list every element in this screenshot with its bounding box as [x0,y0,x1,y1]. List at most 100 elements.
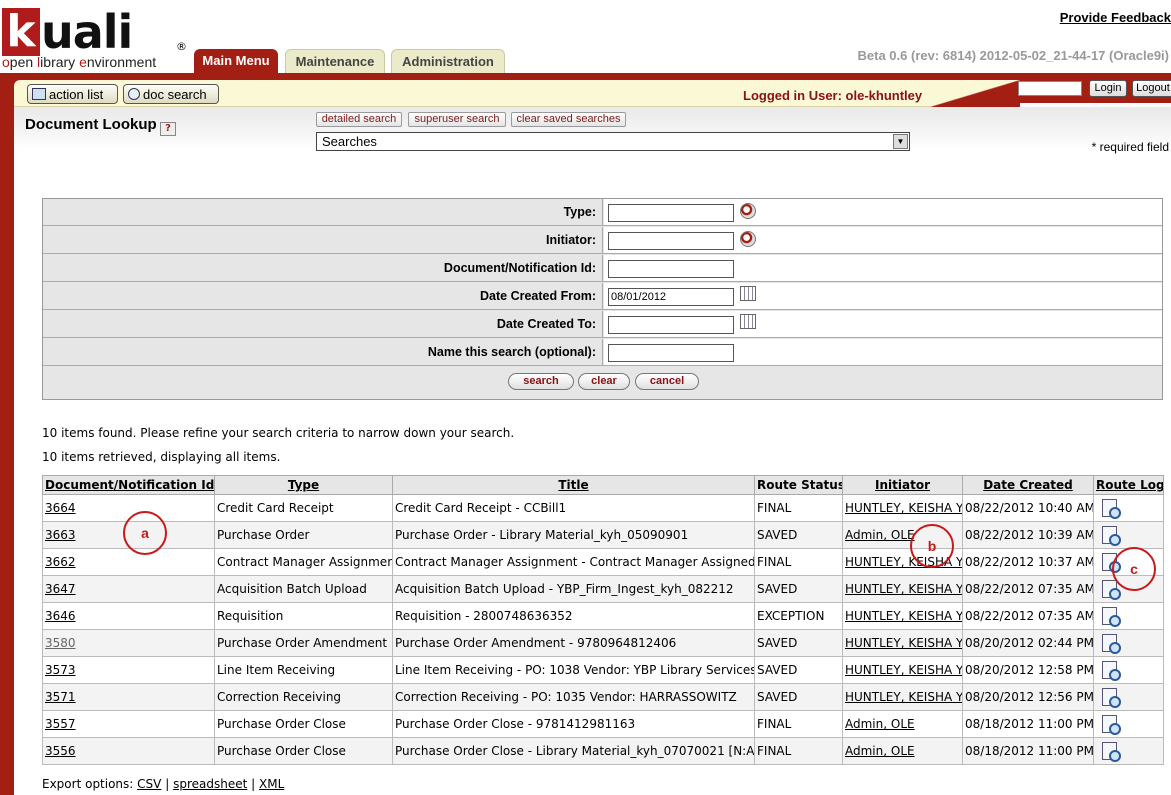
table-header-row: Document/Notification Id Type Title Rout… [42,475,1164,495]
document-id-link[interactable]: 3580 [45,636,76,650]
document-id-link[interactable]: 3647 [45,582,76,596]
cell-document-id: 3556 [42,737,215,765]
cell-title: Correction Receiving - PO: 1035 Vendor: … [392,683,755,711]
cell-route-status: SAVED [754,521,843,549]
route-log-icon[interactable] [1102,688,1121,708]
cell-route-status: FINAL [754,737,843,765]
clear-button[interactable]: clear [578,373,630,390]
document-id-link[interactable]: 3557 [45,717,76,731]
route-log-icon[interactable] [1102,742,1121,762]
table-row: 3663 Purchase Order Purchase Order - Libra… [42,521,1164,549]
superuser-search-button[interactable]: superuser search [408,112,506,127]
items-retrieved-text: 10 items retrieved, displaying all items… [42,450,281,464]
initiator-link[interactable]: HUNTLEY, KEISHA Y [845,663,962,677]
document-id-link[interactable]: 3571 [45,690,76,704]
document-id-link[interactable]: 3556 [45,744,76,758]
document-id-link[interactable]: 3646 [45,609,76,623]
route-log-icon[interactable] [1102,607,1121,627]
column-header-title[interactable]: Title [392,475,755,495]
table-row: 3571 Correction Receiving Correction Recei… [42,683,1164,711]
document-id-link[interactable]: 3573 [45,663,76,677]
initiator-link[interactable]: HUNTLEY, KEISHA Y [845,636,962,650]
document-id-link[interactable]: 3664 [45,501,76,515]
export-spreadsheet-link[interactable]: spreadsheet [173,777,247,791]
detailed-search-button[interactable]: detailed search [316,112,402,127]
document-id-link[interactable]: 3663 [45,528,76,542]
cell-document-id: 3571 [42,683,215,711]
cell-title: Acquisition Batch Upload - YBP_Firm_Inge… [392,575,755,603]
calendar-icon[interactable] [740,286,756,301]
table-row: 3580 Purchase Order Amendment Purchase Ord… [42,629,1164,657]
field-label: Type: [43,199,603,225]
cell-route-status: FINAL [754,494,843,522]
help-icon[interactable]: ? [160,122,176,136]
provide-feedback-link[interactable]: Provide Feedback [1060,10,1171,25]
cell-date-created: 08/18/2012 11:00 PM [962,710,1094,738]
export-xml-link[interactable]: XML [259,777,284,791]
type-input[interactable] [608,204,734,222]
route-log-icon[interactable] [1102,715,1121,735]
document-id-link[interactable]: 3662 [45,555,76,569]
column-header-route-status[interactable]: Route Status [754,475,843,495]
cell-title: Purchase Order Amendment - 9780964812406 [392,629,755,657]
column-header-date-created[interactable]: Date Created [962,475,1094,495]
cell-title: Contract Manager Assignment - Contract M… [392,548,755,576]
cell-route-log [1093,737,1164,765]
column-header-type[interactable]: Type [214,475,393,495]
cell-initiator: HUNTLEY, KEISHA Y [842,602,963,630]
initiator-link[interactable]: Admin, OLE [845,744,915,758]
route-log-icon[interactable] [1102,661,1121,681]
login-input[interactable] [1018,81,1082,96]
column-header-route-log[interactable]: Route Log [1093,475,1164,495]
search-button[interactable]: search [508,373,574,390]
field-row-date-from: Date Created From: 08/01/2012 [43,283,1162,310]
tab-administration[interactable]: Administration [391,49,505,73]
annotation-marker-c: c [1112,547,1156,591]
column-header-initiator[interactable]: Initiator [842,475,963,495]
cancel-button[interactable]: cancel [635,373,699,390]
initiator-link[interactable]: HUNTLEY, KEISHA Y [845,690,962,704]
cell-title: Purchase Order Close - 9781412981163 [392,710,755,738]
calendar-icon[interactable] [740,314,756,329]
cell-type: Purchase Order Close [214,710,393,738]
cell-route-status: SAVED [754,629,843,657]
cell-date-created: 08/22/2012 10:40 AM [962,494,1094,522]
tab-main-menu[interactable]: Main Menu [194,49,278,73]
doc-search-button[interactable]: doc search [123,84,219,104]
column-header-id[interactable]: Document/Notification Id [42,475,215,495]
action-list-button[interactable]: action list [27,84,118,104]
initiator-link[interactable]: HUNTLEY, KEISHA Y [845,582,962,596]
initiator-link[interactable]: HUNTLEY, KEISHA Y [845,501,962,515]
login-button[interactable]: Login [1089,80,1127,97]
document-id-input[interactable] [608,260,734,278]
initiator-link[interactable]: Admin, OLE [845,528,915,542]
cell-initiator: Admin, OLE [842,710,963,738]
cell-type: Purchase Order [214,521,393,549]
route-log-icon[interactable] [1102,526,1121,546]
cell-route-status: FINAL [754,710,843,738]
date-created-from-input[interactable]: 08/01/2012 [608,288,734,306]
route-log-icon[interactable] [1102,499,1121,519]
tab-maintenance[interactable]: Maintenance [285,49,385,73]
page-title: Document Lookup [25,116,157,133]
date-created-to-input[interactable] [608,316,734,334]
results-table: Document/Notification Id Type Title Rout… [42,475,1164,765]
saved-searches-select[interactable]: Searches ▼ [316,132,910,151]
cell-document-id: 3647 [42,575,215,603]
lookup-icon[interactable] [740,203,756,219]
cell-document-id: 3557 [42,710,215,738]
initiator-link[interactable]: HUNTLEY, KEISHA Y [845,609,962,623]
initiator-input[interactable] [608,232,734,250]
search-name-input[interactable] [608,344,734,362]
required-field-note: * required field [1091,140,1169,154]
initiator-link[interactable]: Admin, OLE [845,717,915,731]
cell-date-created: 08/20/2012 12:56 PM [962,683,1094,711]
export-options: Export options: CSV | spreadsheet | XML [42,777,285,791]
lookup-icon[interactable] [740,231,756,247]
route-log-icon[interactable] [1102,634,1121,654]
logout-button[interactable]: Logout [1132,80,1171,97]
export-csv-link[interactable]: CSV [137,777,161,791]
cell-type: Correction Receiving [214,683,393,711]
route-log-icon[interactable] [1102,580,1121,600]
clear-saved-searches-button[interactable]: clear saved searches [511,112,626,127]
